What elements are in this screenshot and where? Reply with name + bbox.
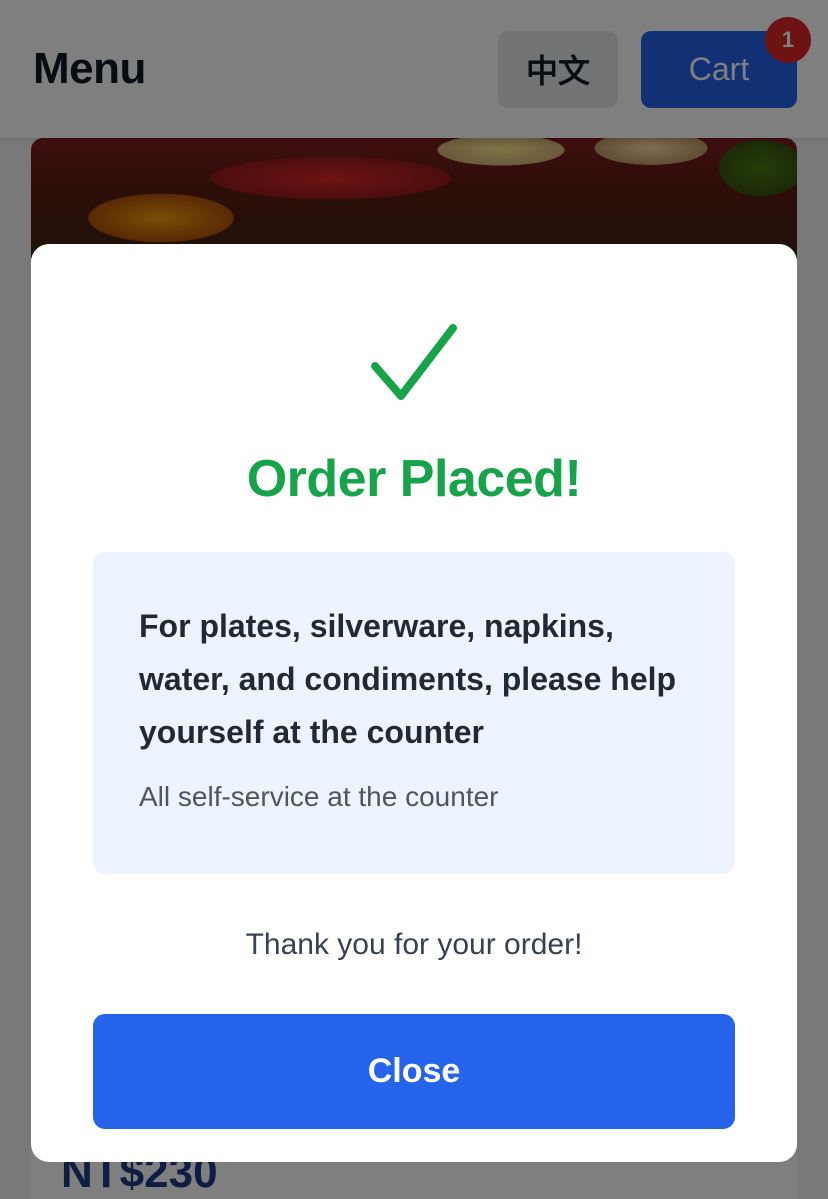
close-button[interactable]: Close bbox=[93, 1014, 735, 1129]
dialog-title: Order Placed! bbox=[246, 450, 582, 508]
page: Menu 中文 Cart 1 NT$230 Order Placed! For … bbox=[0, 0, 828, 1199]
thank-you-text: Thank you for your order! bbox=[245, 928, 583, 961]
check-icon bbox=[371, 324, 457, 400]
notice-sub-text: All self-service at the counter bbox=[139, 781, 499, 812]
notice-main-text: For plates, silverware, napkins, water, … bbox=[139, 608, 677, 750]
self-service-notice: For plates, silverware, napkins, water, … bbox=[93, 552, 735, 874]
order-confirmation-dialog: Order Placed! For plates, silverware, na… bbox=[31, 244, 797, 1162]
